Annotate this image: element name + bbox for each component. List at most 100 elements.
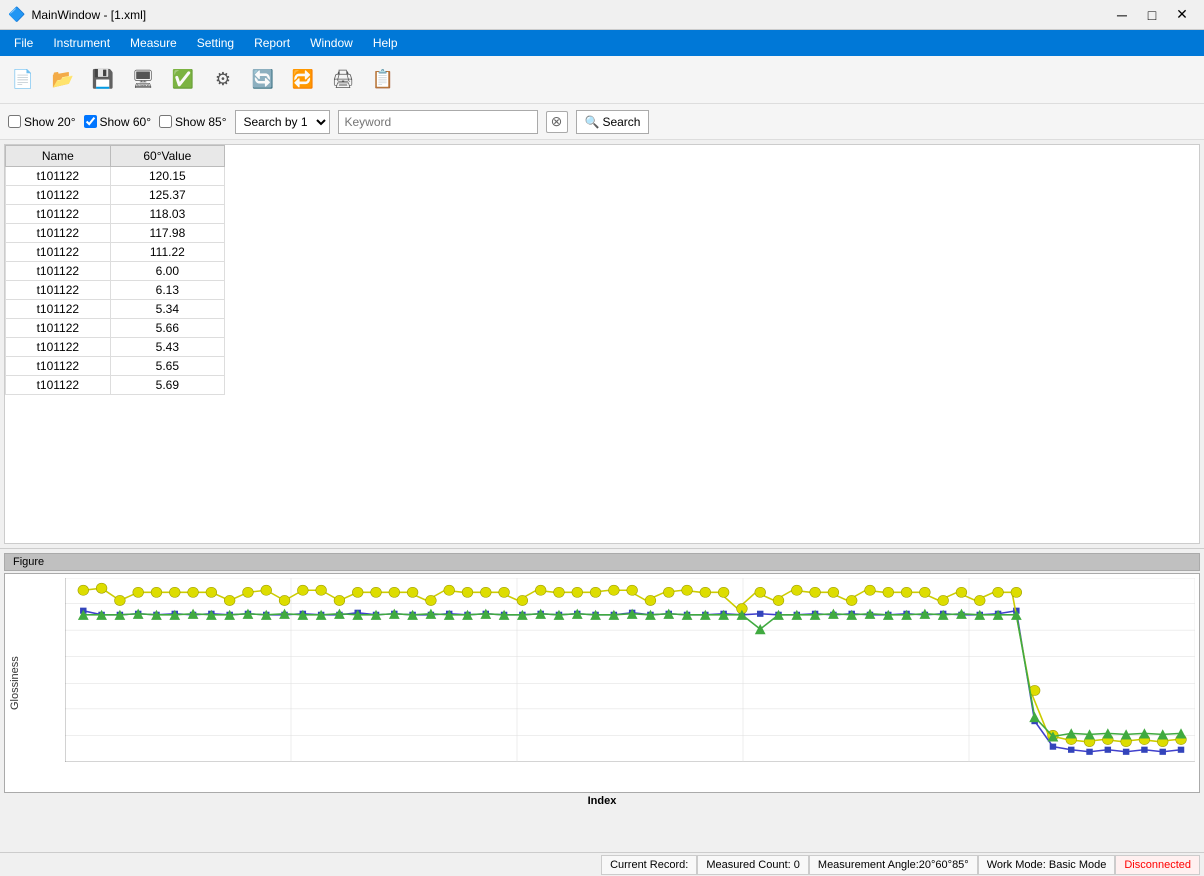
table-row[interactable]: t1011226.00 [6, 262, 225, 281]
table-row[interactable]: t1011225.65 [6, 357, 225, 376]
cell-name: t101122 [6, 300, 111, 319]
show20-checkbox-label[interactable]: Show 20° [8, 115, 76, 129]
table-row[interactable]: t101122120.15 [6, 167, 225, 186]
toolbar-btn-4[interactable]: ✅ [164, 61, 202, 99]
cell-name: t101122 [6, 357, 111, 376]
maximize-button[interactable]: □ [1138, 4, 1166, 26]
toolbar-btn-3[interactable]: 🖥 [124, 61, 162, 99]
title-bar-controls[interactable]: ─ □ ✕ [1108, 4, 1196, 26]
cell-value: 6.13 [110, 281, 224, 300]
window-title: MainWindow - [1.xml] [31, 8, 146, 22]
cell-name: t101122 [6, 205, 111, 224]
cell-name: t101122 [6, 319, 111, 338]
search-button[interactable]: 🔍 Search [576, 110, 650, 134]
connection-status-label: Disconnected [1124, 859, 1191, 871]
search-by-dropdown[interactable]: Search by 1 [235, 110, 330, 134]
search-button-label: Search [602, 115, 640, 129]
show20-checkbox[interactable] [8, 115, 21, 128]
col-name-header: Name [6, 146, 111, 167]
menu-item-help[interactable]: Help [363, 30, 408, 56]
toolbar-btn-9[interactable]: 📋 [364, 61, 402, 99]
minimize-button[interactable]: ─ [1108, 4, 1136, 26]
cell-value: 6.00 [110, 262, 224, 281]
measurement-angle-label: Measurement Angle: [818, 859, 919, 871]
toolbar-btn-5[interactable]: ⚙ [204, 61, 242, 99]
search-clear-button[interactable]: ⊗ [546, 111, 568, 133]
work-mode-label: Work Mode: [987, 859, 1046, 871]
chart-container: Figure Glossiness [0, 548, 1204, 852]
menu-item-setting[interactable]: Setting [187, 30, 244, 56]
search-input[interactable] [338, 110, 538, 134]
table-body: t101122120.15t101122125.37t101122118.03t… [6, 167, 225, 395]
col-value-header: 60°Value [110, 146, 224, 167]
chart-svg: 140 120 100 80 60 40 20 0 [65, 578, 1195, 762]
toolbar: 📄📂💾🖥✅⚙🔄🔁🖨📋 [0, 56, 1204, 104]
menu-item-measure[interactable]: Measure [120, 30, 187, 56]
cell-name: t101122 [6, 186, 111, 205]
main-content: Name 60°Value t101122120.15t101122125.37… [0, 140, 1204, 852]
cell-value: 111.22 [110, 243, 224, 262]
cell-value: 125.37 [110, 186, 224, 205]
table-row[interactable]: t101122118.03 [6, 205, 225, 224]
show85-checkbox[interactable] [159, 115, 172, 128]
menu-item-instrument[interactable]: Instrument [43, 30, 120, 56]
show85-label: Show 85° [175, 115, 227, 129]
current-record-label: Current Record: [610, 859, 688, 871]
measured-count-label: Measured Count: [706, 859, 790, 871]
menu-item-file[interactable]: File [4, 30, 43, 56]
measurement-angle-value: 20°60°85° [919, 859, 969, 871]
app-icon: 🔷 [8, 6, 25, 23]
search-bar: Show 20° Show 60° Show 85° Search by 1 ⊗… [0, 104, 1204, 140]
toolbar-btn-8[interactable]: 🖨 [324, 61, 362, 99]
close-button[interactable]: ✕ [1168, 4, 1196, 26]
toolbar-btn-6[interactable]: 🔄 [244, 61, 282, 99]
data-table: Name 60°Value t101122120.15t101122125.37… [5, 145, 225, 395]
toolbar-btn-1[interactable]: 📂 [44, 61, 82, 99]
toolbar-btn-0[interactable]: 📄 [4, 61, 42, 99]
show60-checkbox[interactable] [84, 115, 97, 128]
cell-name: t101122 [6, 262, 111, 281]
x-axis-label: Index [4, 795, 1200, 807]
table-row[interactable]: t101122111.22 [6, 243, 225, 262]
chart-wrapper: Glossiness [4, 573, 1200, 793]
cell-name: t101122 [6, 243, 111, 262]
cell-name: t101122 [6, 224, 111, 243]
cell-value: 117.98 [110, 224, 224, 243]
data-table-area[interactable]: Name 60°Value t101122120.15t101122125.37… [4, 144, 1200, 544]
table-row[interactable]: t101122117.98 [6, 224, 225, 243]
cell-value: 5.69 [110, 376, 224, 395]
cell-name: t101122 [6, 281, 111, 300]
show60-checkbox-label[interactable]: Show 60° [84, 115, 152, 129]
show60-label: Show 60° [100, 115, 152, 129]
status-bar: Current Record: Measured Count: 0 Measur… [0, 852, 1204, 876]
cell-value: 120.15 [110, 167, 224, 186]
y-axis-label: Glossiness [5, 574, 25, 792]
cell-value: 5.34 [110, 300, 224, 319]
connection-status: Disconnected [1115, 855, 1200, 875]
toolbar-btn-2[interactable]: 💾 [84, 61, 122, 99]
chart-title: Figure [4, 553, 1200, 571]
cell-value: 118.03 [110, 205, 224, 224]
work-mode-status: Work Mode: Basic Mode [978, 855, 1116, 875]
work-mode-value: Basic Mode [1049, 859, 1106, 871]
table-row[interactable]: t1011225.66 [6, 319, 225, 338]
measurement-angle-status: Measurement Angle: 20°60°85° [809, 855, 978, 875]
current-record-status: Current Record: [601, 855, 697, 875]
table-row[interactable]: t1011225.69 [6, 376, 225, 395]
chart-inner: 140 120 100 80 60 40 20 0 [25, 574, 1199, 792]
show85-checkbox-label[interactable]: Show 85° [159, 115, 227, 129]
measured-count-value: 0 [794, 859, 800, 871]
cell-name: t101122 [6, 167, 111, 186]
table-row[interactable]: t1011225.43 [6, 338, 225, 357]
cell-value: 5.43 [110, 338, 224, 357]
table-row[interactable]: t1011225.34 [6, 300, 225, 319]
search-icon: 🔍 [585, 115, 600, 129]
cell-name: t101122 [6, 376, 111, 395]
table-row[interactable]: t1011226.13 [6, 281, 225, 300]
toolbar-btn-7[interactable]: 🔁 [284, 61, 322, 99]
title-bar-left: 🔷 MainWindow - [1.xml] [8, 6, 146, 23]
menu-item-window[interactable]: Window [300, 30, 363, 56]
menu-item-report[interactable]: Report [244, 30, 300, 56]
table-row[interactable]: t101122125.37 [6, 186, 225, 205]
show20-label: Show 20° [24, 115, 76, 129]
